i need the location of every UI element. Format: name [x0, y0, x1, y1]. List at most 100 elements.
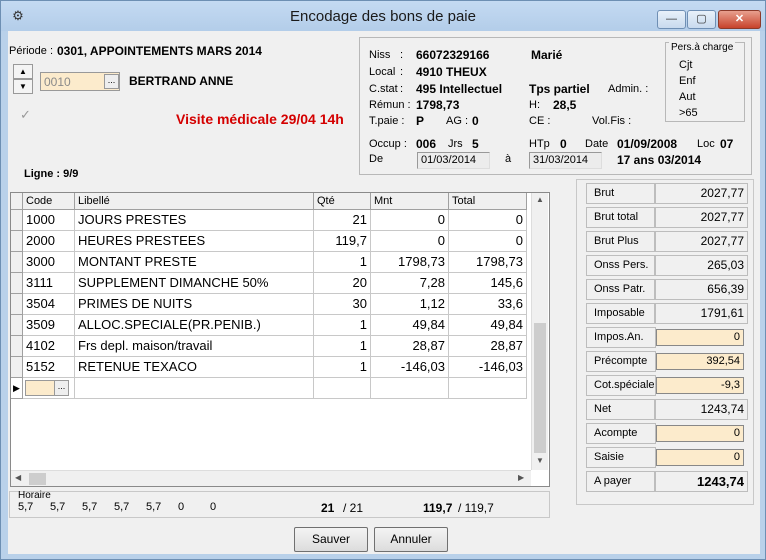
schedule-days-total: / 21 — [343, 501, 364, 515]
summary-label: Brut mensuel — [586, 183, 656, 218]
row-header-corner — [11, 193, 23, 210]
schedule-day-value: 5,7 — [82, 501, 98, 513]
cell-code[interactable]: 1000 — [23, 210, 75, 231]
cell-code[interactable]: 4102 — [23, 336, 75, 357]
new-row-cell-libelle[interactable] — [75, 378, 314, 399]
row-selector[interactable] — [11, 336, 23, 357]
de-label: De — [369, 153, 384, 165]
cell-qte[interactable]: 30 — [314, 294, 371, 315]
cell-total[interactable]: 49,84 — [449, 315, 527, 336]
cell-mnt[interactable]: -146,03 — [371, 357, 449, 378]
cell-code[interactable]: 2000 — [23, 231, 75, 252]
schedule-hours: 119,7 — [423, 501, 453, 515]
vertical-scrollbar[interactable]: ▲ ▼ — [531, 193, 548, 470]
cell-mnt[interactable]: 1798,73 — [371, 252, 449, 273]
cell-libelle[interactable]: ALLOC.SPECIALE(PR.PENIB.) — [75, 315, 314, 336]
dependents-aut: Aut — [679, 91, 696, 103]
summary-row: Saisie 0 — [583, 447, 751, 468]
employee-lookup-button[interactable]: ... — [104, 74, 119, 89]
minimize-button[interactable]: — — [657, 10, 686, 29]
cell-qte[interactable]: 1 — [314, 252, 371, 273]
new-code-lookup-button[interactable]: ... — [54, 380, 69, 396]
cell-libelle[interactable]: RETENUE TEXACO — [75, 357, 314, 378]
row-selector[interactable] — [11, 357, 23, 378]
payroll-lines-table[interactable]: Code Libellé Qté Mnt Total 1000 JOURS PRE… — [10, 192, 550, 487]
row-selector[interactable] — [11, 294, 23, 315]
cell-code[interactable]: 5152 — [23, 357, 75, 378]
row-selector[interactable] — [11, 210, 23, 231]
scroll-thumb[interactable] — [534, 323, 546, 453]
row-selector[interactable] — [11, 252, 23, 273]
summary-input[interactable]: 392,54 — [656, 353, 744, 370]
save-button[interactable]: Sauver — [294, 527, 368, 552]
scroll-up-icon[interactable]: ▲ — [536, 195, 544, 204]
cell-libelle[interactable]: MONTANT PRESTE — [75, 252, 314, 273]
summary-input[interactable]: 0 — [656, 329, 744, 346]
employee-next-button[interactable]: ▼ — [13, 79, 33, 94]
employee-code-field[interactable]: 0010 ... — [40, 72, 120, 91]
column-header-mnt[interactable]: Mnt — [371, 193, 449, 210]
client-area: Période : 0301, APPOINTEMENTS MARS 2014 … — [8, 31, 760, 554]
summary-input[interactable]: 0 — [656, 449, 744, 466]
cell-mnt[interactable]: 49,84 — [371, 315, 449, 336]
cell-mnt[interactable]: 1,12 — [371, 294, 449, 315]
cell-total[interactable]: -146,03 — [449, 357, 527, 378]
scroll-down-icon[interactable]: ▼ — [536, 456, 544, 465]
summary-input[interactable]: 0 — [656, 425, 744, 442]
row-selector[interactable] — [11, 273, 23, 294]
summary-row: Brut mensuel2027,77 — [583, 183, 751, 218]
column-header-qte[interactable]: Qté — [314, 193, 371, 210]
column-header-code[interactable]: Code — [23, 193, 75, 210]
row-selector[interactable] — [11, 315, 23, 336]
date-to-field[interactable]: 31/03/2014 — [529, 152, 602, 169]
row-selector[interactable] — [11, 231, 23, 252]
close-button[interactable]: ✕ — [718, 10, 761, 29]
cell-total[interactable]: 145,6 — [449, 273, 527, 294]
employee-prev-button[interactable]: ▲ — [13, 64, 33, 79]
dependents-group: Pers.à charge Cjt Enf Aut >65 — [665, 42, 745, 122]
cell-qte[interactable]: 1 — [314, 315, 371, 336]
new-row-cell-mnt[interactable] — [371, 378, 449, 399]
cell-code[interactable]: 3111 — [23, 273, 75, 294]
cell-qte[interactable]: 1 — [314, 357, 371, 378]
cell-code[interactable]: 3509 — [23, 315, 75, 336]
cell-total[interactable]: 1798,73 — [449, 252, 527, 273]
cell-total[interactable]: 0 — [449, 210, 527, 231]
maximize-button[interactable]: ▢ — [687, 10, 716, 29]
scroll-right-icon[interactable]: ▶ — [518, 473, 524, 482]
cell-libelle[interactable]: Frs depl. maison/travail — [75, 336, 314, 357]
cell-qte[interactable]: 119,7 — [314, 231, 371, 252]
cell-code[interactable]: 3504 — [23, 294, 75, 315]
cell-libelle[interactable]: SUPPLEMENT DIMANCHE 50% — [75, 273, 314, 294]
cell-libelle[interactable]: HEURES PRESTEES — [75, 231, 314, 252]
summary-row: Impos.An. 0 — [583, 327, 751, 348]
cell-libelle[interactable]: PRIMES DE NUITS — [75, 294, 314, 315]
cell-mnt[interactable]: 0 — [371, 231, 449, 252]
cell-code[interactable]: 3000 — [23, 252, 75, 273]
remun-value: 1798,73 — [416, 98, 460, 112]
column-header-libelle[interactable]: Libellé — [75, 193, 314, 210]
dependents-cjt: Cjt — [679, 59, 693, 71]
new-row-cell-qte[interactable] — [314, 378, 371, 399]
cell-mnt[interactable]: 7,28 — [371, 273, 449, 294]
cstat-value: 495 Intellectuel — [416, 82, 503, 96]
cell-mnt[interactable]: 28,87 — [371, 336, 449, 357]
cell-libelle[interactable]: JOURS PRESTES — [75, 210, 314, 231]
cell-mnt[interactable]: 0 — [371, 210, 449, 231]
cancel-button[interactable]: Annuler — [374, 527, 448, 552]
horizontal-scrollbar[interactable]: ◀ ▶ — [11, 470, 531, 486]
cell-total[interactable]: 0 — [449, 231, 527, 252]
cell-total[interactable]: 28,87 — [449, 336, 527, 357]
dependents-title: Pers.à charge — [669, 42, 736, 53]
column-header-total[interactable]: Total — [449, 193, 527, 210]
summary-input[interactable]: -9,3 — [656, 377, 744, 394]
cell-total[interactable]: 33,6 — [449, 294, 527, 315]
htp-label: HTp — [529, 138, 550, 150]
cell-qte[interactable]: 21 — [314, 210, 371, 231]
cell-qte[interactable]: 1 — [314, 336, 371, 357]
scroll-left-icon[interactable]: ◀ — [15, 473, 21, 482]
date-from-field[interactable]: 01/03/2014 — [417, 152, 490, 169]
hscroll-thumb[interactable] — [29, 473, 46, 485]
cell-qte[interactable]: 20 — [314, 273, 371, 294]
new-row-cell-total[interactable] — [449, 378, 527, 399]
